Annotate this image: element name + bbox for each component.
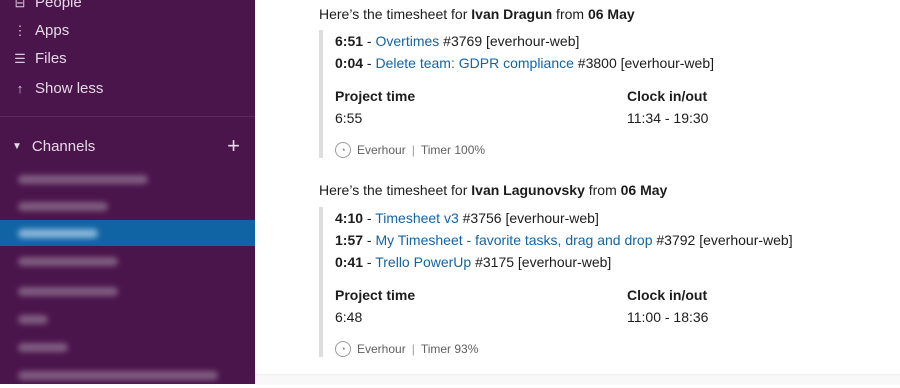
sidebar-item-show-less[interactable]: ↑ Show less [12,80,104,97]
blurred-channel-name [18,342,68,352]
project-time-value: 6:48 [335,309,363,325]
clock-value: 11:34 - 19:30 [627,110,709,126]
message-text: Here’s the timesheet for Ivan Lagunovsky… [319,182,667,198]
from-text: from [584,182,621,198]
sidebar-item-label: Files [35,50,67,67]
task-separator: - [363,33,376,49]
sidebar-item-files[interactable]: ☰ Files [12,50,67,67]
people-icon: ⊟ [14,0,26,10]
sidebar-item-people[interactable]: ⊟ People [12,0,82,11]
project-time-label: Project time [335,88,416,104]
files-icon: ☰ [14,50,26,66]
from-text: from [552,6,588,22]
person-name: Ivan Dragun [471,6,553,22]
next-message-strip [255,374,900,385]
task-info: #3800 [everhour-web] [573,55,714,71]
task-link[interactable]: My Timesheet - favorite tasks, drag and … [375,232,652,248]
date: 06 May [587,6,635,22]
sidebar-item-label: People [35,0,82,11]
channels-header[interactable]: ▼ Channels + [12,135,240,157]
task-link[interactable]: Delete team: GDPR compliance [375,55,573,71]
task-separator: - [363,232,376,248]
timer-status: Timer 100% [420,143,486,157]
blurred-channel-name [18,286,118,296]
arrow-up-icon: ↑ [16,81,24,96]
task-separator: - [363,210,376,226]
timesheet-attachment: 6:51 - Overtimes #3769 [everhour-web] 0:… [319,30,895,158]
task-info: #3769 [everhour-web] [439,33,580,49]
everhour-icon: ◔ [335,142,351,158]
blurred-channel-name [18,314,48,324]
sidebar-divider [0,116,255,117]
channel-item-active[interactable] [0,220,255,246]
task-line: 0:41 - Trello PowerUp #3175 [everhour-we… [335,251,895,273]
footer-separator: | [411,143,415,157]
blurred-channel-name [18,228,98,238]
message-prefix: Here’s the timesheet for [319,6,472,22]
task-time: 0:04 [335,55,364,71]
blurred-channel-name [18,370,218,380]
channel-item[interactable] [0,306,255,332]
attachment-footer: ◔ Everhour | Timer 100% [335,142,895,158]
task-info: #3175 [everhour-web] [471,254,612,270]
channel-item[interactable] [0,278,255,304]
channel-item[interactable] [0,193,255,219]
task-info: #3756 [everhour-web] [458,210,599,226]
channel-item[interactable] [0,334,255,360]
message-text: Here’s the timesheet for Ivan Dragun fro… [319,6,635,22]
task-line: 1:57 - My Timesheet - favorite tasks, dr… [335,229,895,251]
channel-item[interactable] [0,166,255,192]
task-link[interactable]: Overtimes [375,33,439,49]
app-name: Everhour [357,143,406,157]
sidebar-item-apps[interactable]: ⋮ Apps [12,22,70,39]
task-link[interactable]: Trello PowerUp [375,254,471,270]
caret-down-icon[interactable]: ▼ [12,141,22,152]
person-name: Ivan Lagunovsky [471,182,585,198]
blurred-channel-name [18,201,108,211]
task-line: 6:51 - Overtimes #3769 [everhour-web] [335,30,895,52]
task-link[interactable]: Timesheet v3 [375,210,459,226]
project-time-field: Project time 6:48 [335,287,415,325]
channel-item[interactable] [0,248,255,274]
timer-status: Timer 93% [420,342,479,356]
message-pane: Here’s the timesheet for Ivan Dragun fro… [255,0,900,385]
task-time: 6:51 [335,33,364,49]
clock-label: Clock in/out [627,287,708,303]
clock-label: Clock in/out [627,88,708,104]
sidebar: ⊟ People ⋮ Apps ☰ Files ↑ Show less ▼ Ch… [0,0,255,384]
task-time: 1:57 [335,232,364,248]
channels-label: Channels [31,137,96,155]
project-time-value: 6:55 [335,110,363,126]
timesheet-attachment: 4:10 - Timesheet v3 #3756 [everhour-web]… [319,207,895,357]
project-time-label: Project time [335,287,416,303]
footer-separator: | [411,342,415,356]
task-separator: - [363,254,376,270]
blurred-channel-name [18,174,148,184]
fields: Project time 6:55 Clock in/out 11:34 - 1… [335,88,895,132]
app-name: Everhour [357,342,406,356]
message-prefix: Here’s the timesheet for [319,182,472,198]
apps-icon: ⋮ [13,22,27,38]
sidebar-item-label: Apps [35,22,70,39]
attachment-footer: ◔ Everhour | Timer 93% [335,341,895,357]
fields: Project time 6:48 Clock in/out 11:00 - 1… [335,287,895,331]
task-line: 4:10 - Timesheet v3 #3756 [everhour-web] [335,207,895,229]
task-line: 0:04 - Delete team: GDPR compliance #380… [335,52,895,74]
task-time: 4:10 [335,210,364,226]
task-separator: - [363,55,376,71]
task-info: #3792 [everhour-web] [652,232,793,248]
clock-value: 11:00 - 18:36 [627,309,709,325]
project-time-field: Project time 6:55 [335,88,415,126]
blurred-channel-name [18,256,118,266]
everhour-icon: ◔ [335,341,351,357]
channel-item[interactable] [0,362,255,388]
clock-field: Clock in/out 11:34 - 19:30 [627,88,708,126]
sidebar-item-label: Show less [35,80,104,97]
task-time: 0:41 [335,254,364,270]
date: 06 May [620,182,668,198]
add-channel-button[interactable]: + [227,135,240,157]
clock-field: Clock in/out 11:00 - 18:36 [627,287,708,325]
